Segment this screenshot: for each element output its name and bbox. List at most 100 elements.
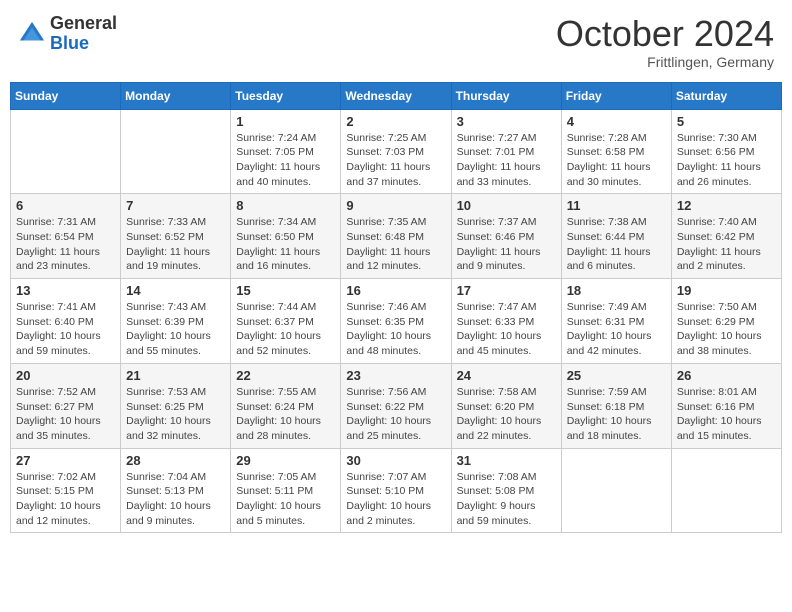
calendar-cell: 8 Sunrise: 7:34 AMSunset: 6:50 PMDaylight… [231, 194, 341, 279]
month-title: October 2024 [556, 14, 774, 54]
calendar-cell: 28 Sunrise: 7:04 AMSunset: 5:13 PMDayligh… [121, 448, 231, 533]
calendar-cell [671, 448, 781, 533]
calendar-cell: 4 Sunrise: 7:28 AMSunset: 6:58 PMDaylight… [561, 109, 671, 194]
day-info: Sunrise: 7:08 AMSunset: 5:08 PMDaylight:… [457, 470, 556, 529]
calendar-cell: 23 Sunrise: 7:56 AMSunset: 6:22 PMDayligh… [341, 363, 451, 448]
day-info: Sunrise: 7:37 AMSunset: 6:46 PMDaylight:… [457, 215, 556, 274]
day-info: Sunrise: 7:56 AMSunset: 6:22 PMDaylight:… [346, 385, 445, 444]
day-info: Sunrise: 7:50 AMSunset: 6:29 PMDaylight:… [677, 300, 776, 359]
day-info: Sunrise: 7:34 AMSunset: 6:50 PMDaylight:… [236, 215, 335, 274]
day-number: 11 [567, 198, 666, 213]
day-info: Sunrise: 7:28 AMSunset: 6:58 PMDaylight:… [567, 131, 666, 190]
day-info: Sunrise: 7:58 AMSunset: 6:20 PMDaylight:… [457, 385, 556, 444]
calendar-cell: 11 Sunrise: 7:38 AMSunset: 6:44 PMDayligh… [561, 194, 671, 279]
day-number: 29 [236, 453, 335, 468]
day-number: 12 [677, 198, 776, 213]
day-info: Sunrise: 7:41 AMSunset: 6:40 PMDaylight:… [16, 300, 115, 359]
calendar-cell: 12 Sunrise: 7:40 AMSunset: 6:42 PMDayligh… [671, 194, 781, 279]
calendar-cell: 18 Sunrise: 7:49 AMSunset: 6:31 PMDayligh… [561, 279, 671, 364]
day-number: 8 [236, 198, 335, 213]
day-number: 23 [346, 368, 445, 383]
calendar-cell: 21 Sunrise: 7:53 AMSunset: 6:25 PMDayligh… [121, 363, 231, 448]
day-number: 27 [16, 453, 115, 468]
day-info: Sunrise: 7:35 AMSunset: 6:48 PMDaylight:… [346, 215, 445, 274]
calendar-cell: 30 Sunrise: 7:07 AMSunset: 5:10 PMDayligh… [341, 448, 451, 533]
calendar-cell: 25 Sunrise: 7:59 AMSunset: 6:18 PMDayligh… [561, 363, 671, 448]
day-info: Sunrise: 7:07 AMSunset: 5:10 PMDaylight:… [346, 470, 445, 529]
day-number: 5 [677, 114, 776, 129]
calendar-cell: 20 Sunrise: 7:52 AMSunset: 6:27 PMDayligh… [11, 363, 121, 448]
day-info: Sunrise: 7:52 AMSunset: 6:27 PMDaylight:… [16, 385, 115, 444]
day-info: Sunrise: 7:40 AMSunset: 6:42 PMDaylight:… [677, 215, 776, 274]
day-info: Sunrise: 7:27 AMSunset: 7:01 PMDaylight:… [457, 131, 556, 190]
calendar-cell: 9 Sunrise: 7:35 AMSunset: 6:48 PMDaylight… [341, 194, 451, 279]
calendar-cell: 26Sunrise: 8:01 AMSunset: 6:16 PMDayligh… [671, 363, 781, 448]
calendar-cell: 15Sunrise: 7:44 AMSunset: 6:37 PMDayligh… [231, 279, 341, 364]
day-number: 28 [126, 453, 225, 468]
day-number: 10 [457, 198, 556, 213]
day-number: 22 [236, 368, 335, 383]
day-number: 30 [346, 453, 445, 468]
logo-general: General [50, 14, 117, 34]
calendar-cell [561, 448, 671, 533]
col-header-sunday: Sunday [11, 82, 121, 109]
calendar-cell: 24Sunrise: 7:58 AMSunset: 6:20 PMDayligh… [451, 363, 561, 448]
calendar-cell: 29 Sunrise: 7:05 AMSunset: 5:11 PMDayligh… [231, 448, 341, 533]
day-number: 21 [126, 368, 225, 383]
day-number: 17 [457, 283, 556, 298]
calendar-cell: 22Sunrise: 7:55 AMSunset: 6:24 PMDayligh… [231, 363, 341, 448]
day-number: 2 [346, 114, 445, 129]
title-block: October 2024 Frittlingen, Germany [556, 14, 774, 70]
day-number: 9 [346, 198, 445, 213]
day-number: 7 [126, 198, 225, 213]
calendar-header: SundayMondayTuesdayWednesdayThursdayFrid… [11, 82, 782, 109]
calendar-cell: 10 Sunrise: 7:37 AMSunset: 6:46 PMDayligh… [451, 194, 561, 279]
calendar-cell: 2 Sunrise: 7:25 AMSunset: 7:03 PMDaylight… [341, 109, 451, 194]
day-info: Sunrise: 7:25 AMSunset: 7:03 PMDaylight:… [346, 131, 445, 190]
logo-icon [18, 20, 46, 48]
day-number: 1 [236, 114, 335, 129]
day-headers-row: SundayMondayTuesdayWednesdayThursdayFrid… [11, 82, 782, 109]
calendar-cell: 3 Sunrise: 7:27 AMSunset: 7:01 PMDaylight… [451, 109, 561, 194]
day-number: 18 [567, 283, 666, 298]
calendar-cell: 1Sunrise: 7:24 AMSunset: 7:05 PMDaylight… [231, 109, 341, 194]
logo: General Blue [18, 14, 117, 54]
day-info: Sunrise: 7:30 AMSunset: 6:56 PMDaylight:… [677, 131, 776, 190]
day-number: 19 [677, 283, 776, 298]
logo-blue: Blue [50, 34, 117, 54]
day-number: 13 [16, 283, 115, 298]
day-info: Sunrise: 7:04 AMSunset: 5:13 PMDaylight:… [126, 470, 225, 529]
day-info: Sunrise: 7:53 AMSunset: 6:25 PMDaylight:… [126, 385, 225, 444]
day-info: Sunrise: 7:05 AMSunset: 5:11 PMDaylight:… [236, 470, 335, 529]
day-info: Sunrise: 7:59 AMSunset: 6:18 PMDaylight:… [567, 385, 666, 444]
day-number: 20 [16, 368, 115, 383]
day-number: 4 [567, 114, 666, 129]
day-info: Sunrise: 7:38 AMSunset: 6:44 PMDaylight:… [567, 215, 666, 274]
day-info: Sunrise: 8:01 AMSunset: 6:16 PMDaylight:… [677, 385, 776, 444]
calendar-cell: 17Sunrise: 7:47 AMSunset: 6:33 PMDayligh… [451, 279, 561, 364]
calendar-cell: 31 Sunrise: 7:08 AMSunset: 5:08 PMDayligh… [451, 448, 561, 533]
calendar-cell: 6Sunrise: 7:31 AMSunset: 6:54 PMDaylight… [11, 194, 121, 279]
week-row-2: 6Sunrise: 7:31 AMSunset: 6:54 PMDaylight… [11, 194, 782, 279]
day-info: Sunrise: 7:02 AMSunset: 5:15 PMDaylight:… [16, 470, 115, 529]
day-info: Sunrise: 7:46 AMSunset: 6:35 PMDaylight:… [346, 300, 445, 359]
calendar-cell: 14Sunrise: 7:43 AMSunset: 6:39 PMDayligh… [121, 279, 231, 364]
day-info: Sunrise: 7:44 AMSunset: 6:37 PMDaylight:… [236, 300, 335, 359]
calendar-cell: 16 Sunrise: 7:46 AMSunset: 6:35 PMDayligh… [341, 279, 451, 364]
day-number: 3 [457, 114, 556, 129]
week-row-5: 27 Sunrise: 7:02 AMSunset: 5:15 PMDayligh… [11, 448, 782, 533]
day-number: 16 [346, 283, 445, 298]
calendar-body: 1Sunrise: 7:24 AMSunset: 7:05 PMDaylight… [11, 109, 782, 533]
col-header-wednesday: Wednesday [341, 82, 451, 109]
col-header-friday: Friday [561, 82, 671, 109]
col-header-tuesday: Tuesday [231, 82, 341, 109]
week-row-1: 1Sunrise: 7:24 AMSunset: 7:05 PMDaylight… [11, 109, 782, 194]
day-info: Sunrise: 7:49 AMSunset: 6:31 PMDaylight:… [567, 300, 666, 359]
day-number: 14 [126, 283, 225, 298]
calendar-cell [121, 109, 231, 194]
calendar-cell: 13 Sunrise: 7:41 AMSunset: 6:40 PMDayligh… [11, 279, 121, 364]
week-row-3: 13 Sunrise: 7:41 AMSunset: 6:40 PMDayligh… [11, 279, 782, 364]
calendar-cell: 19 Sunrise: 7:50 AMSunset: 6:29 PMDayligh… [671, 279, 781, 364]
day-number: 31 [457, 453, 556, 468]
day-number: 25 [567, 368, 666, 383]
